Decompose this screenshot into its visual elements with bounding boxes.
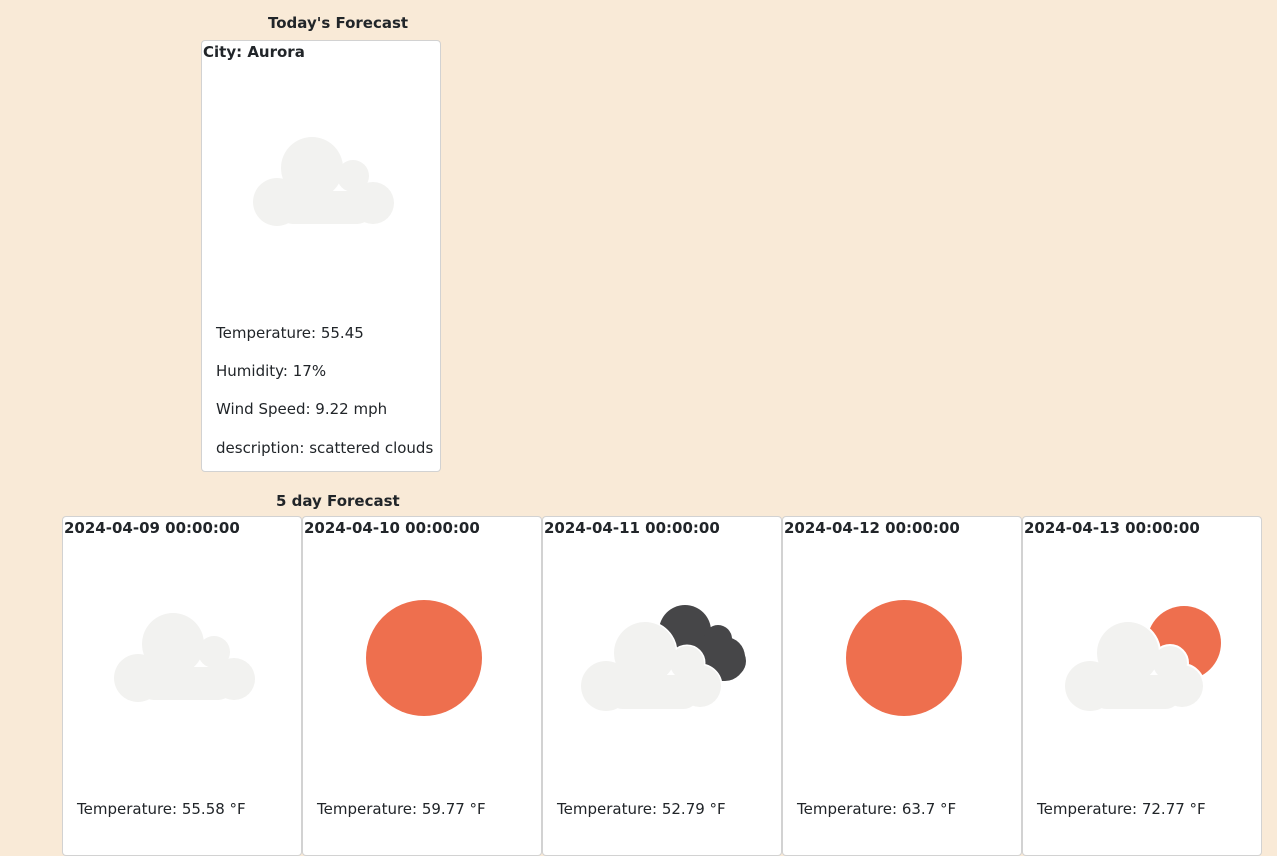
forecast-card: 2024-04-10 00:00:00 Temperature: 59.77 °… xyxy=(302,516,542,856)
sun-icon xyxy=(366,600,482,716)
forecast-temperature: Temperature: 55.58 °F xyxy=(77,800,246,818)
forecast-card: 2024-04-09 00:00:00 Temperature: 55.58 °… xyxy=(62,516,302,856)
scattered-clouds-icon xyxy=(253,137,394,226)
forecast-date: 2024-04-10 00:00:00 xyxy=(304,519,480,537)
forecast-card: 2024-04-13 00:00:00 Temperature: 72.77 °… xyxy=(1022,516,1262,856)
forecast-date: 2024-04-09 00:00:00 xyxy=(64,519,240,537)
sun-icon xyxy=(846,600,962,716)
today-weather-card: City: Aurora Temperature: 55.45 Humidity… xyxy=(201,40,441,472)
partly-cloudy-icon xyxy=(1063,606,1221,713)
forecast-date: 2024-04-11 00:00:00 xyxy=(544,519,720,537)
forecast-temperature: Temperature: 72.77 °F xyxy=(1037,800,1206,818)
forecast-card: 2024-04-12 00:00:00 Temperature: 63.7 °F xyxy=(782,516,1022,856)
forecast-date: 2024-04-13 00:00:00 xyxy=(1024,519,1200,537)
city-label: City: Aurora xyxy=(203,43,305,61)
broken-clouds-icon xyxy=(579,605,746,713)
today-humidity: Humidity: 17% xyxy=(216,362,327,380)
todays-forecast-heading: Today's Forecast xyxy=(268,14,409,32)
today-temperature: Temperature: 55.45 xyxy=(216,324,364,342)
forecast-temperature: Temperature: 52.79 °F xyxy=(557,800,726,818)
today-wind-speed: Wind Speed: 9.22 mph xyxy=(216,400,388,418)
five-day-forecast-heading: 5 day Forecast xyxy=(276,492,400,510)
forecast-temperature: Temperature: 59.77 °F xyxy=(317,800,486,818)
cloud-icon xyxy=(114,613,255,702)
forecast-card: 2024-04-11 00:00:00 Temperature: 52.79 °… xyxy=(542,516,782,856)
today-description: description: scattered clouds xyxy=(216,439,434,457)
forecast-date: 2024-04-12 00:00:00 xyxy=(784,519,960,537)
forecast-temperature: Temperature: 63.7 °F xyxy=(797,800,957,818)
